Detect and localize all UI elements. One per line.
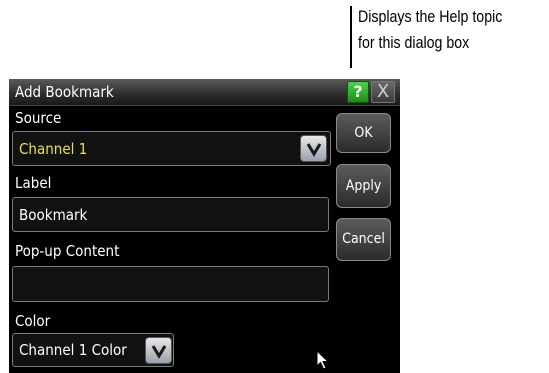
popup-content-input[interactable]	[12, 266, 329, 302]
color-label: Color	[15, 312, 51, 330]
callout-line-1: Displays the Help topic	[358, 8, 503, 26]
apply-button[interactable]: Apply	[336, 164, 391, 208]
color-dropdown[interactable]: Channel 1 Color	[12, 333, 174, 367]
help-callout: Displays the Help topic for this dialog …	[358, 4, 521, 56]
add-bookmark-dialog: Add Bookmark ? X Source Channel 1 Label …	[9, 79, 400, 373]
source-label: Source	[15, 109, 62, 127]
chevron-down-icon[interactable]	[300, 135, 327, 162]
dialog-titlebar: Add Bookmark ? X	[9, 79, 400, 106]
callout-leader-line	[350, 6, 352, 68]
label-input-value: Bookmark	[19, 206, 88, 224]
label-input[interactable]: Bookmark	[12, 197, 329, 232]
source-value: Channel 1	[19, 140, 88, 158]
dialog-title: Add Bookmark	[15, 83, 114, 101]
callout-line-2: for this dialog box	[358, 34, 470, 52]
chevron-down-icon[interactable]	[145, 337, 172, 364]
source-dropdown[interactable]: Channel 1	[12, 131, 331, 166]
color-value: Channel 1 Color	[19, 341, 127, 359]
help-button[interactable]: ?	[347, 81, 369, 103]
mouse-pointer-icon	[316, 350, 330, 370]
label-field-label: Label	[15, 174, 52, 192]
close-button[interactable]: X	[371, 81, 395, 103]
cancel-button[interactable]: Cancel	[336, 218, 391, 261]
popup-content-label: Pop-up Content	[15, 242, 120, 260]
ok-button[interactable]: OK	[336, 113, 391, 153]
